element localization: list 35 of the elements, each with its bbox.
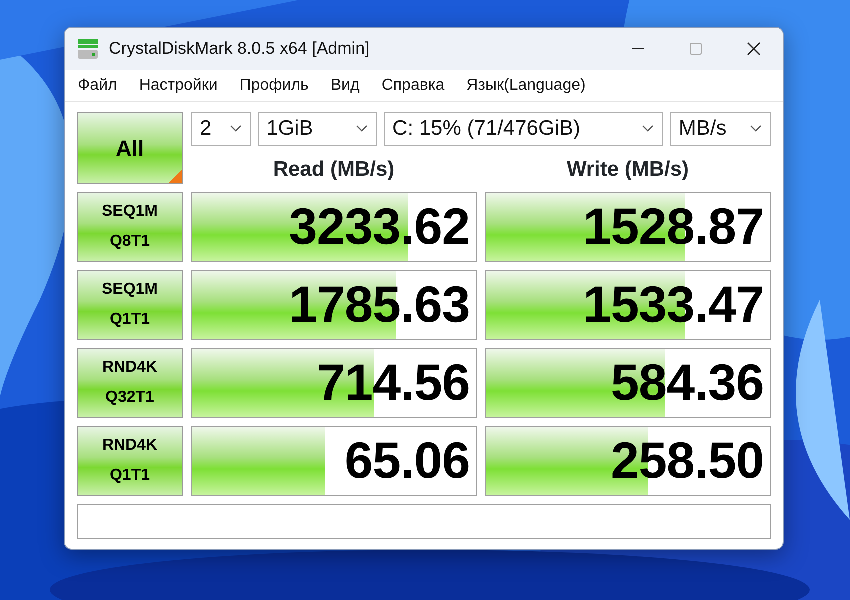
- menu-item[interactable]: Вид: [320, 72, 371, 100]
- result-value: 3233.62: [289, 196, 470, 257]
- drive-dropdown[interactable]: C: 15% (71/476GiB): [384, 112, 663, 146]
- result-value: 1533.47: [583, 274, 764, 335]
- unit-dropdown[interactable]: MB/s: [670, 112, 771, 146]
- test-button[interactable]: SEQ1M Q1T1: [77, 270, 183, 340]
- close-icon: [747, 42, 761, 56]
- menu-item[interactable]: Профиль: [228, 72, 320, 100]
- window-title: CrystalDiskMark 8.0.5 x64 [Admin]: [109, 38, 370, 60]
- result-value: 258.50: [611, 430, 764, 491]
- comment-field[interactable]: [77, 504, 771, 539]
- chevron-icon: [230, 125, 242, 133]
- menu-item[interactable]: Справка: [370, 72, 456, 100]
- result-value: 714.56: [317, 352, 470, 413]
- corner-icon: [169, 170, 182, 183]
- size-dropdown[interactable]: 1GiB: [258, 112, 377, 146]
- chevron-icon: [642, 125, 654, 133]
- chevron-icon: [750, 125, 762, 133]
- column-heading: Read (MB/s): [272, 157, 396, 183]
- result-value: 1528.87: [583, 196, 764, 257]
- column-heading: Write (MB/s): [566, 157, 690, 183]
- disk-icon: [77, 38, 99, 60]
- menu-item[interactable]: Файл: [67, 72, 128, 100]
- test-button[interactable]: RND4K Q32T1: [77, 348, 183, 418]
- test-button[interactable]: SEQ1M Q8T1: [77, 192, 183, 262]
- menu-item[interactable]: Язык(Language): [456, 72, 597, 100]
- count-dropdown[interactable]: 2: [191, 112, 251, 146]
- result-value: 65.06: [344, 430, 470, 491]
- result-value: 1785.63: [289, 274, 470, 335]
- test-button[interactable]: RND4K Q1T1: [77, 426, 183, 496]
- chevron-icon: [356, 125, 368, 133]
- maximize-icon: [690, 43, 702, 55]
- result-value: 584.36: [611, 352, 764, 413]
- all-button[interactable]: All: [77, 112, 183, 184]
- menu-item[interactable]: Настройки: [128, 72, 229, 100]
